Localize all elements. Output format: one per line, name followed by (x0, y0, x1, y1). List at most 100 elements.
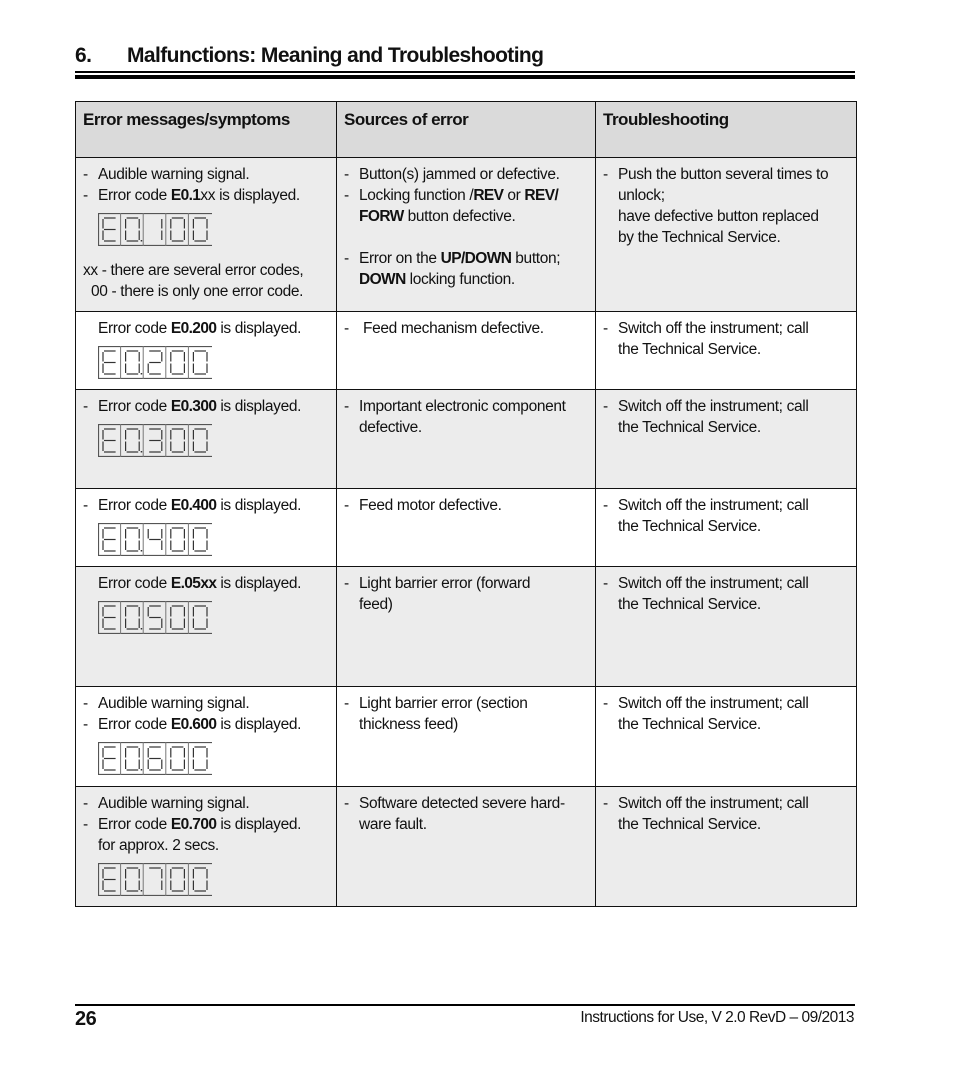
text-span: is displayed. (216, 497, 302, 514)
line-text: the Technical Service. (618, 417, 761, 438)
text-line: - Locking function /REV or REV/ (344, 185, 587, 206)
text-line: xx - there are several error codes, (83, 260, 328, 281)
bold-term: E0.200 (170, 320, 217, 337)
text-span: by the Technical Service. (618, 229, 781, 246)
bullet-dash: - (603, 695, 608, 712)
display-digit-0 (170, 746, 186, 771)
text-span: is displayed. (216, 320, 302, 337)
line-text: Error code E0.200 is displayed. (98, 318, 301, 339)
text-span: is displayed. (216, 398, 302, 415)
bold-term: REV/ (524, 187, 559, 204)
cell-troubleshooting: - Switch off the instrument; call the Tech… (595, 311, 857, 390)
text-line: defective. (344, 417, 587, 438)
section-title: Malfunctions: Meaning and Troubleshootin… (127, 44, 544, 67)
text-span: locking function. (405, 271, 516, 288)
display-digit-0 (192, 867, 208, 892)
bullet-dash: - (344, 166, 349, 183)
line-text: ware fault. (359, 814, 427, 835)
text-span: xx - there are several error codes, (83, 262, 304, 279)
text-span: the Technical Service. (618, 716, 761, 733)
seven-segment-display (98, 213, 212, 246)
text-span: Important electronic component (359, 398, 566, 415)
line-text: Switch off the instrument; call (618, 693, 809, 714)
display-digit-E (102, 350, 116, 375)
text-line: - Switch off the instrument; call (603, 495, 848, 516)
text-line: - Audible warning signal. (83, 793, 328, 814)
bullet-dash: - (603, 497, 608, 514)
text-span: the Technical Service. (618, 419, 761, 436)
bullet-dash: - (344, 320, 349, 337)
display-digit-0 (170, 867, 186, 892)
line-text: by the Technical Service. (618, 227, 781, 248)
line-text: Audible warning signal. (98, 693, 250, 714)
text-line: - Audible warning signal. (83, 693, 328, 714)
text-span: Light barrier error (forward (359, 575, 531, 592)
seven-segment-display (98, 742, 212, 775)
text-span: Feed motor defective. (359, 497, 502, 514)
cell-troubleshooting: - Switch off the instrument; call the Tech… (595, 389, 857, 489)
heading-rule-thick (75, 75, 855, 79)
bullet-dash: - (603, 795, 608, 812)
text-line: Error code E.05xx is displayed. (83, 573, 328, 594)
table-row: - Audible warning signal. - Error code E0.7… (75, 786, 857, 907)
line-text: have defective button replaced (618, 206, 819, 227)
display-digit-0 (125, 605, 143, 630)
text-line: - Error code E0.300 is displayed. (83, 396, 328, 417)
cell-symptoms: - Audible warning signal. - Error code E0.1… (75, 157, 337, 312)
seven-segment-display-graphic (98, 863, 212, 896)
table-row: - Audible warning signal. - Error code E0.1… (75, 157, 857, 312)
bullet-dash: - (83, 695, 88, 712)
text-line: feed) (344, 594, 587, 615)
display-digit-2 (147, 350, 163, 375)
line-text: Audible warning signal. (98, 164, 250, 185)
display-digit-0 (170, 527, 186, 552)
seven-segment-display (98, 863, 212, 896)
bold-term: E0.700 (170, 816, 217, 833)
text-span: Light barrier error (section (359, 695, 528, 712)
text-span: Error code (98, 816, 171, 833)
text-line: 00 - there is only one error code. (83, 281, 328, 302)
line-text: unlock; (618, 185, 665, 206)
bold-term: E0.400 (170, 497, 217, 514)
line-text: Error code E0.600 is displayed. (98, 714, 301, 735)
display-digit-E (102, 605, 116, 630)
text-span: thickness feed) (359, 716, 458, 733)
text-span: or (503, 187, 525, 204)
seven-segment-display (98, 523, 212, 556)
cell-sources: - Button(s) jammed or defective. - Locking … (336, 157, 596, 312)
display-digit-0 (125, 350, 143, 375)
text-line: - Switch off the instrument; call (603, 693, 848, 714)
text-span: the Technical Service. (618, 341, 761, 358)
text-span: Switch off the instrument; call (618, 575, 809, 592)
bullet-dash: - (83, 398, 88, 415)
display-digit-0 (125, 746, 143, 771)
text-line: - Error code E0.400 is displayed. (83, 495, 328, 516)
bold-term: FORW (359, 208, 404, 225)
line-text: Switch off the instrument; call (618, 396, 809, 417)
text-line: by the Technical Service. (603, 227, 848, 248)
text-span: feed) (359, 596, 393, 613)
seven-segment-display (98, 346, 212, 379)
table-header-row: Error messages/symptoms Sources of error… (75, 101, 857, 158)
text-span: Error code (98, 575, 171, 592)
display-digit-3 (149, 428, 163, 453)
text-span: the Technical Service. (618, 596, 761, 613)
text-line: - Error code E0.700 is displayed. (83, 814, 328, 835)
bullet-dash: - (344, 575, 349, 592)
page-number: 26 (75, 1008, 97, 1030)
display-digit-E (102, 867, 116, 892)
text-line: - Error code E0.1xx is displayed. (83, 185, 328, 206)
seven-segment-display (98, 601, 212, 634)
seven-segment-display-graphic (98, 523, 212, 556)
line-text: feed) (359, 594, 393, 615)
text-span: button defective. (403, 208, 516, 225)
cell-troubleshooting: - Push the button several times to unlock;… (595, 157, 857, 312)
bold-term: E0.600 (170, 716, 217, 733)
line-text: Switch off the instrument; call (618, 573, 809, 594)
text-line: the Technical Service. (603, 814, 848, 835)
text-line: - Push the button several times to (603, 164, 848, 185)
header-sources: Sources of error (336, 101, 596, 158)
bullet-dash: - (603, 575, 608, 592)
seven-segment-display-graphic (98, 346, 212, 379)
text-span: Button(s) jammed or defective. (359, 166, 560, 183)
